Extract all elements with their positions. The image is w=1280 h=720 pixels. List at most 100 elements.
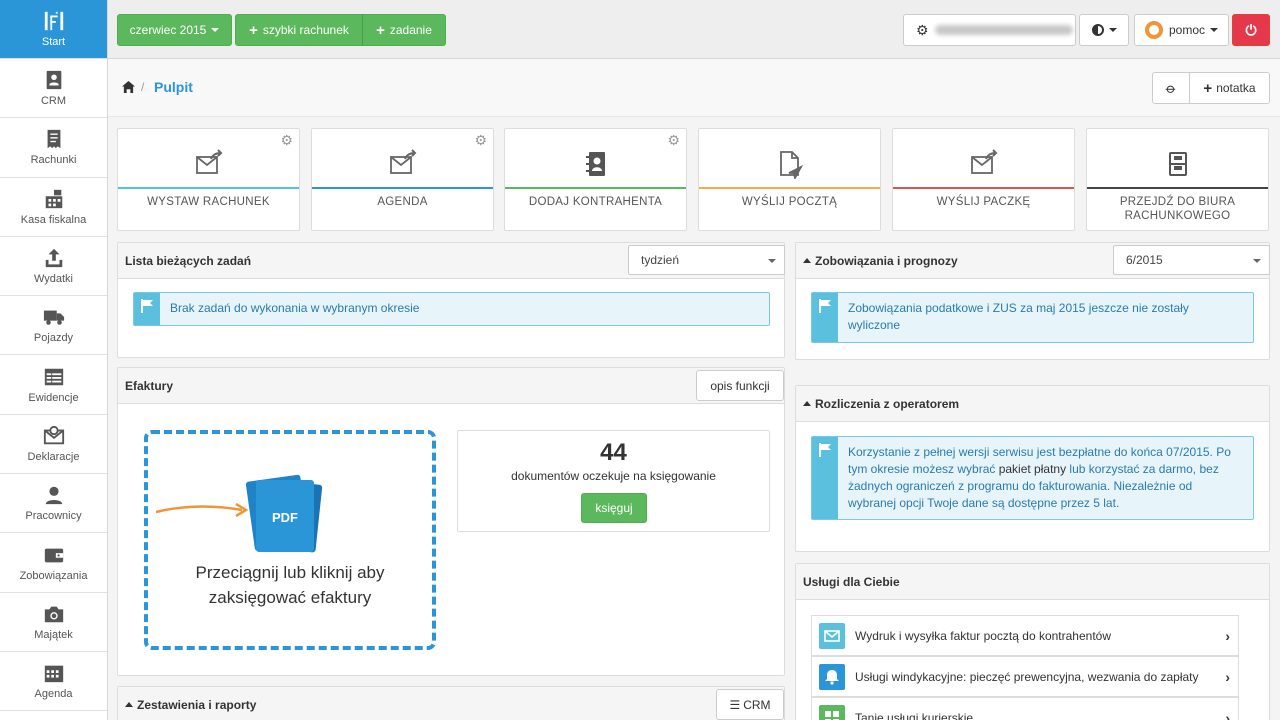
- obligations-period-select[interactable]: 6/2015: [1113, 245, 1270, 275]
- grid-icon: [819, 704, 845, 720]
- chevron-down-icon: [1210, 28, 1219, 32]
- sidebar-item-rachunki[interactable]: Rachunki: [0, 118, 107, 178]
- service-label: Usługi windykacyjne: pieczęć prewencyjna…: [855, 669, 1199, 684]
- crm-button[interactable]: ☰ CRM: [716, 689, 784, 720]
- operator-alert: Korzystanie z pełnej wersji serwisu jest…: [811, 436, 1254, 520]
- tasks-period-value: tydzień: [641, 253, 680, 267]
- operator-panel-header[interactable]: Rozliczenia z operatorem: [796, 386, 1269, 422]
- tile-send-by-post[interactable]: WYŚLIJ POCZTĄ: [698, 128, 881, 231]
- task-label: zadanie: [389, 23, 432, 37]
- tile-send-package[interactable]: WYŚLIJ PACZKĘ: [892, 128, 1075, 231]
- contrast-toggle-button[interactable]: [1079, 14, 1129, 46]
- tile-add-contractor[interactable]: ⚙ DODAJ KONTRAHENTA: [504, 128, 687, 231]
- book-button[interactable]: księguj: [581, 493, 647, 523]
- tile-label: WYŚLIJ PACZKĘ: [936, 196, 1031, 208]
- home-icon[interactable]: [122, 81, 135, 93]
- service-item-courier[interactable]: Tanie usługi kurierskie ›: [811, 697, 1239, 720]
- tile-color-bar: [699, 187, 880, 189]
- app: Start CRM Rachunki Kasa fiskalna Wydatki…: [0, 0, 1280, 720]
- sidebar-item-kasa-fiskalna[interactable]: Kasa fiskalna: [0, 178, 107, 237]
- service-label: Tanie usługi kurierskie: [855, 710, 974, 720]
- tasks-period-select[interactable]: tydzień: [628, 245, 785, 275]
- calendar-icon: [44, 665, 63, 683]
- paperclip-icon: ⌀: [1162, 79, 1180, 97]
- envelope-icon: [819, 622, 845, 649]
- chevron-right-icon: ›: [1225, 709, 1230, 720]
- help-button[interactable]: pomoc: [1134, 14, 1229, 46]
- tile-issue-invoice[interactable]: ⚙ WYSTAW RACHUNEK: [117, 128, 300, 231]
- envelope-icon: [43, 425, 64, 445]
- sidebar-item-label: Wydatki: [33, 273, 74, 286]
- tile-label: WYŚLIJ POCZTĄ: [741, 196, 838, 208]
- gear-icon[interactable]: ⚙: [474, 132, 487, 149]
- sidebar-item-pojazdy[interactable]: Pojazdy: [0, 296, 107, 356]
- tasks-panel: Lista bieżących zadań tydzień Brak zadań…: [117, 242, 785, 358]
- help-label: pomoc: [1168, 23, 1206, 37]
- chevron-up-icon: [803, 258, 811, 263]
- truck-icon: [43, 310, 64, 326]
- services-panel: Usługi dla Ciebie Wydruk i wysyłka faktu…: [795, 563, 1270, 720]
- add-note-button[interactable]: + notatka: [1189, 72, 1270, 104]
- add-task-button[interactable]: + zadanie: [362, 14, 446, 46]
- chevron-down-icon: [211, 28, 220, 32]
- pdf-files-icon: PDF: [155, 474, 323, 553]
- sidebar-item-pracownicy[interactable]: Pracownicy: [0, 474, 107, 534]
- account-button[interactable]: ⚙: [903, 14, 1076, 46]
- gear-icon[interactable]: ⚙: [280, 132, 293, 149]
- sidebar-item-label: Zobowiązania: [19, 569, 88, 582]
- sidebar-item-start[interactable]: Start: [0, 0, 107, 59]
- sidebar-item-label: Deklaracje: [27, 450, 80, 463]
- upload-icon: [45, 248, 62, 268]
- bell-icon: [819, 663, 845, 690]
- sidebar-item-wydatki[interactable]: Wydatki: [0, 237, 107, 297]
- operator-alert-text: Korzystanie z pełnej wersji serwisu jest…: [812, 437, 1253, 519]
- tile-label: PRZEJDŹ DO BIURA RACHUNKOWEGO: [1119, 196, 1236, 222]
- flag-icon: [134, 293, 160, 325]
- sidebar-item-deklaracje[interactable]: Deklaracje: [0, 415, 107, 475]
- tasks-empty-text: Brak zadań do wykonania w wybranym okres…: [170, 301, 420, 315]
- tile-accounting-office[interactable]: PRZEJDŹ DO BIURA RACHUNKOWEGO: [1086, 128, 1269, 231]
- sidebar-item-zobowiazania[interactable]: Zobowiązania: [0, 533, 107, 593]
- tile-agenda[interactable]: ⚙ AGENDA: [311, 128, 494, 231]
- obligations-alert-text: Zobowiązania podatkowe i ZUS za maj 2015…: [848, 301, 1189, 332]
- receipt-icon: [47, 130, 60, 149]
- chevron-down-icon: [1253, 259, 1261, 263]
- efaktury-panel-title: Efaktury: [118, 368, 784, 404]
- tile-label: DODAJ KONTRAHENTA: [528, 196, 663, 208]
- gear-icon[interactable]: ⚙: [667, 132, 680, 149]
- obligations-alert: Zobowiązania podatkowe i ZUS za maj 2015…: [811, 292, 1254, 343]
- service-label: Wydruk i wysyłka faktur pocztą do kontra…: [855, 628, 1112, 643]
- chevron-down-icon: [768, 259, 776, 263]
- pdf-icon-label: PDF: [272, 510, 298, 525]
- chevron-up-icon: [125, 702, 133, 707]
- reports-panel-header[interactable]: Zestawienia i raporty: [118, 687, 784, 720]
- plus-icon: +: [1203, 79, 1213, 97]
- sidebar-item-label: Pojazdy: [33, 332, 74, 345]
- efaktury-panel: Efaktury opis funkcji PDF Przeciągnij lu…: [117, 367, 785, 676]
- sidebar-item-label: Start: [41, 36, 66, 48]
- document-send-icon: [779, 151, 803, 179]
- logout-button[interactable]: ⏻: [1232, 14, 1270, 46]
- sidebar-item-ewidencje[interactable]: Ewidencje: [0, 355, 107, 415]
- user-icon: [45, 486, 62, 505]
- sidebar-item-crm[interactable]: CRM: [0, 59, 107, 119]
- dropzone-text: Przeciągnij lub kliknij aby zaksięgować …: [195, 563, 385, 607]
- list-icon: ☰: [729, 697, 741, 712]
- flag-icon: [812, 437, 838, 519]
- month-selector-button[interactable]: czerwiec 2015: [117, 14, 232, 46]
- sidebar-item-agenda[interactable]: Agenda: [0, 652, 107, 712]
- efaktury-dropzone[interactable]: PDF Przeciągnij lub kliknij aby zaksięgo…: [144, 430, 436, 650]
- paid-package-link[interactable]: pakiet płatny: [999, 462, 1066, 476]
- quick-invoice-button[interactable]: + szybki rachunek: [235, 14, 363, 46]
- service-item-print-mail[interactable]: Wydruk i wysyłka faktur pocztą do kontra…: [811, 615, 1239, 656]
- tile-label: WYSTAW RACHUNEK: [147, 196, 270, 208]
- power-icon: ⏻: [1245, 21, 1257, 38]
- account-name-blurred: [934, 25, 1073, 35]
- feature-description-button[interactable]: opis funkcji: [696, 370, 784, 401]
- attachment-button[interactable]: ⌀: [1152, 72, 1190, 104]
- service-item-debt-collection[interactable]: Usługi windykacyjne: pieczęć prewencyjna…: [811, 656, 1239, 697]
- obligations-panel: Zobowiązania i prognozy 6/2015 Zobowiąza…: [795, 242, 1270, 360]
- sidebar-item-majatek[interactable]: Majątek: [0, 593, 107, 652]
- obligations-panel-title: Zobowiązania i prognozy: [815, 253, 958, 268]
- sidebar-item-label: Ewidencje: [28, 391, 79, 404]
